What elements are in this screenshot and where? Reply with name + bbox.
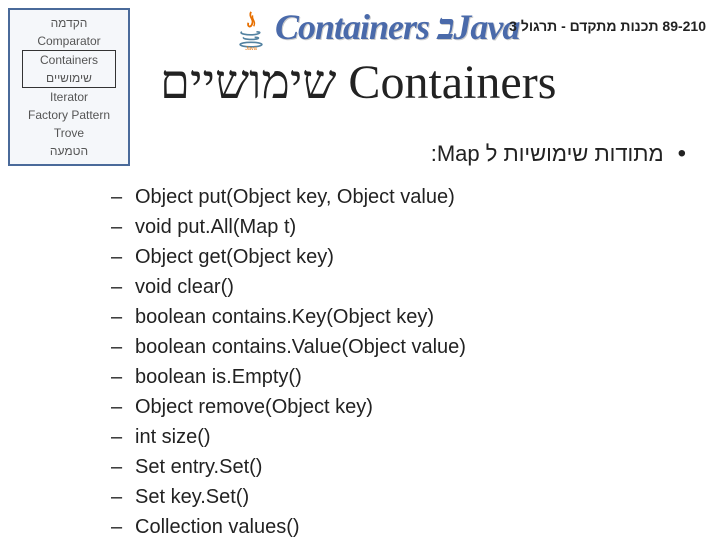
method-item: Object remove(Object key) (135, 392, 700, 422)
course-info: 89-210 תכנות מתקדם - תרגול 3 (509, 18, 706, 34)
java-logo-icon: Java (235, 10, 267, 50)
nav-item: Iterator (10, 88, 128, 106)
method-item: void put.All(Map t) (135, 212, 700, 242)
method-item: boolean is.Empty() (135, 362, 700, 392)
nav-item-selected: Containers שימושיים (22, 50, 116, 88)
slide-title: Containers שימושיים (160, 55, 556, 110)
method-item: Collection values() (135, 512, 700, 542)
slide-content: מתודות שימושיות ל Map: Object put(Object… (0, 140, 720, 542)
method-item: Object get(Object key) (135, 242, 700, 272)
slide-header: הקדמה Comparator Containers שימושיים Ite… (0, 0, 720, 120)
nav-item: Comparator (10, 32, 128, 50)
bullet-point: מתודות שימושיות ל Map: (20, 140, 700, 168)
nav-item: הקדמה (10, 14, 128, 32)
nav-item: Factory Pattern (10, 106, 128, 124)
method-item: boolean contains.Key(Object key) (135, 302, 700, 332)
heading-graphic: Containers בJava (275, 6, 519, 48)
method-list: Object put(Object key, Object value) voi… (20, 182, 700, 542)
method-item: boolean contains.Value(Object value) (135, 332, 700, 362)
method-item: int size() (135, 422, 700, 452)
svg-text:Java: Java (245, 46, 257, 50)
method-item: Object put(Object key, Object value) (135, 182, 700, 212)
method-item: void clear() (135, 272, 700, 302)
bullet-text: מתודות שימושיות ל Map: (431, 141, 686, 166)
method-item: Set entry.Set() (135, 452, 700, 482)
method-item: Set key.Set() (135, 482, 700, 512)
